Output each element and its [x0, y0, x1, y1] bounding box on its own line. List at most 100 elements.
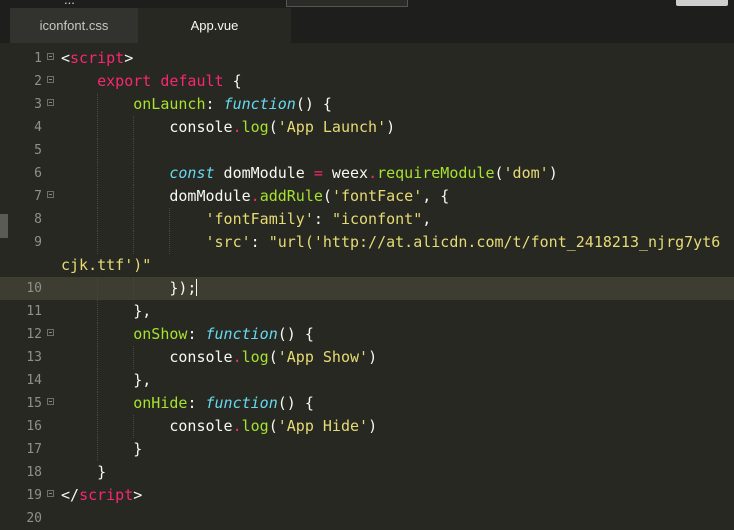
code-line[interactable]: 5 [0, 139, 734, 162]
code-text: domModule [61, 187, 251, 205]
tag-name: script [79, 486, 134, 504]
code-text: , [422, 210, 432, 228]
code-text: weex [322, 164, 369, 182]
code-line[interactable]: 14 }, [0, 369, 734, 392]
code-text: : [187, 325, 206, 343]
string-literal: 'dom' [503, 164, 549, 182]
fold-toggle-icon[interactable] [47, 99, 54, 106]
code-line[interactable]: 7 domModule.addRule('fontFace', { [0, 185, 734, 208]
code-content: console.log('App Show') [61, 346, 377, 369]
code-text: : [187, 394, 206, 412]
operator: . [232, 348, 242, 366]
tab-iconfont-css[interactable]: iconfont.css [10, 8, 138, 43]
search-box[interactable] [286, 0, 408, 7]
code-text: < [61, 49, 71, 67]
code-line[interactable]: 20 [0, 507, 734, 530]
fold-toggle-icon[interactable] [47, 398, 54, 405]
string-literal: 'App Show' [277, 348, 369, 366]
code-content: onLaunch: function() { [61, 93, 332, 116]
code-line[interactable]: 18 } [0, 461, 734, 484]
code-text: > [124, 49, 134, 67]
code-text: } [61, 463, 107, 481]
code-line[interactable]: 17 } [0, 438, 734, 461]
code-line[interactable]: cjk.ttf')" [0, 254, 734, 277]
function-name: log [241, 348, 269, 366]
code-text: : [205, 95, 224, 113]
string-literal: 'App Launch' [277, 118, 387, 136]
code-content: domModule.addRule('fontFace', { [61, 185, 449, 208]
code-line[interactable]: 15 onHide: function() { [0, 392, 734, 415]
code-line[interactable]: 1 <script> [0, 47, 734, 70]
code-line[interactable]: 2 export default { [0, 70, 734, 93]
tag-name: script [70, 49, 125, 67]
operator: . [368, 164, 378, 182]
function-name: log [241, 118, 269, 136]
indent-guide [133, 139, 134, 162]
fold-toggle-icon[interactable] [47, 191, 54, 198]
code-line[interactable]: 3 onLaunch: function() { [0, 93, 734, 116]
code-text: }, [61, 371, 152, 389]
function-name: addRule [259, 187, 323, 205]
code-content: } [61, 438, 142, 461]
line-number: 18 [26, 465, 42, 480]
fold-toggle-icon[interactable] [47, 76, 54, 83]
function-name: onLaunch [133, 95, 206, 113]
code-line[interactable]: 8 'fontFamily': "iconfont", [0, 208, 734, 231]
line-number: 8 [34, 212, 42, 227]
code-text: ( [268, 118, 278, 136]
tab-app-vue[interactable]: App.vue [138, 8, 291, 43]
line-number: 6 [34, 166, 42, 181]
operator: = [313, 164, 323, 182]
storage-keyword: const [169, 164, 215, 182]
code-line[interactable]: 19 </script> [0, 484, 734, 507]
operator: . [232, 417, 242, 435]
code-content: } [61, 461, 106, 484]
code-line[interactable]: 13 console.log('App Show') [0, 346, 734, 369]
code-line[interactable]: 11 }, [0, 300, 734, 323]
line-number: 12 [26, 327, 42, 342]
fold-toggle-icon[interactable] [47, 329, 54, 336]
code-content: console.log('App Hide') [61, 415, 377, 438]
code-text: ) [548, 164, 558, 182]
code-line[interactable]: 6 const domModule = weex.requireModule('… [0, 162, 734, 185]
code-text: () { [295, 95, 332, 113]
code-line[interactable]: 12 onShow: function() { [0, 323, 734, 346]
code-content: cjk.ttf')" [61, 254, 151, 277]
tab-bar-edge [0, 8, 10, 43]
storage-keyword: function [205, 394, 278, 412]
code-content: }, [61, 369, 151, 392]
code-editor[interactable]: 1 <script> 2 export default {3 onLaunch: f… [0, 43, 734, 526]
top-right-button[interactable] [676, 0, 728, 6]
code-content: }); [61, 277, 198, 300]
line-number: 11 [26, 304, 42, 319]
code-content: onShow: function() { [61, 323, 314, 346]
code-text: ( [322, 187, 332, 205]
code-text: domModule [214, 164, 314, 182]
line-number: 17 [26, 442, 42, 457]
code-text: : [313, 210, 332, 228]
code-line[interactable]: 9 'src': "url('http://at.alicdn.com/t/fo… [0, 231, 734, 254]
fold-toggle-icon[interactable] [47, 53, 54, 60]
code-line[interactable]: 10 }); [0, 277, 734, 300]
string-literal: cjk.ttf')" [61, 256, 152, 274]
fold-toggle-icon[interactable] [47, 490, 54, 497]
code-text: console [61, 348, 233, 366]
string-literal: "url('http://at.alicdn.com/t/font_241821… [268, 233, 721, 251]
title-fragment: ... [64, 0, 75, 7]
code-text: } [61, 440, 143, 458]
code-text: ) [368, 348, 378, 366]
code-line[interactable]: 4 console.log('App Launch') [0, 116, 734, 139]
code-line[interactable]: 16 console.log('App Hide') [0, 415, 734, 438]
line-number: 1 [34, 51, 42, 66]
line-number: 15 [26, 396, 42, 411]
code-content: </script> [61, 484, 142, 507]
code-text: </ [61, 486, 80, 504]
code-text: console [61, 417, 233, 435]
code-content: onHide: function() { [61, 392, 314, 415]
keyword: export [97, 72, 152, 90]
window-title-strip: ... [0, 0, 734, 8]
